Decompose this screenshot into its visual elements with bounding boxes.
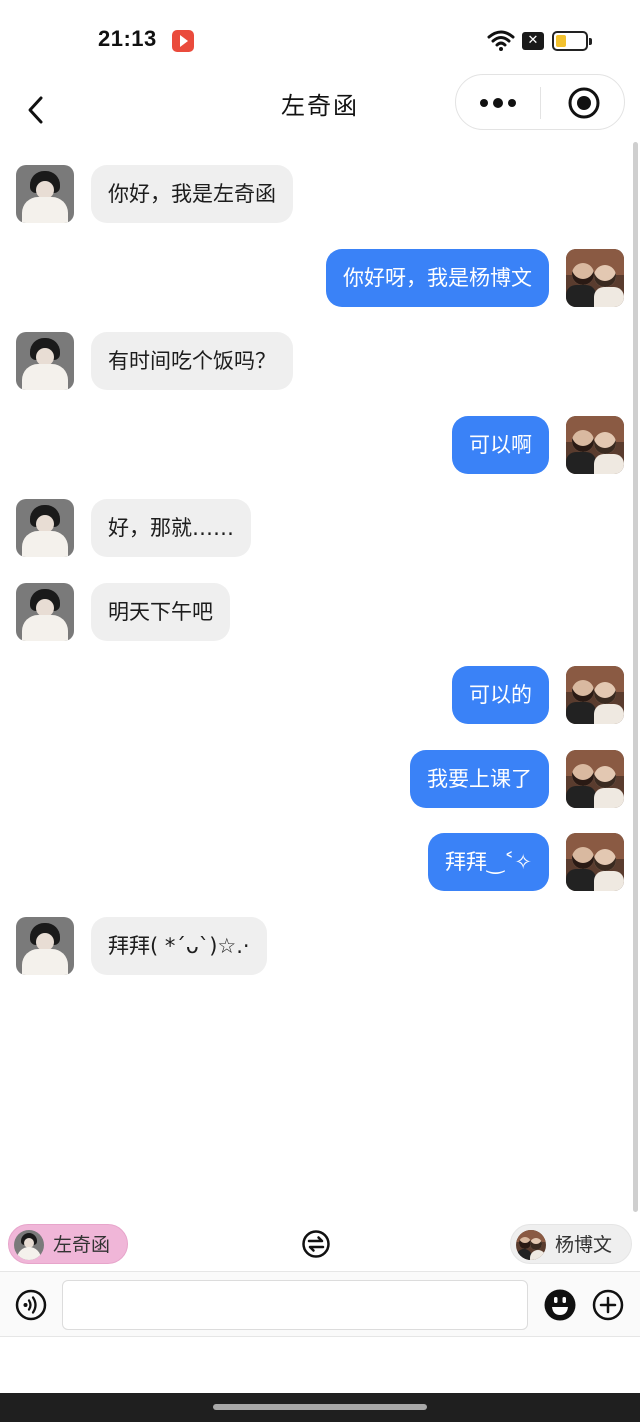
avatar bbox=[14, 1230, 44, 1260]
message-row: 拜拜‿˂✧ bbox=[0, 833, 632, 893]
message-row: 可以的 bbox=[0, 666, 632, 726]
battery-icon bbox=[552, 31, 592, 51]
voice-icon[interactable] bbox=[15, 1289, 47, 1321]
message-bubble[interactable]: 可以啊 bbox=[452, 416, 549, 474]
message-row: 你好呀，我是杨博文 bbox=[0, 249, 632, 309]
sender-chip-right[interactable]: 杨博文 bbox=[510, 1224, 632, 1264]
avatar[interactable] bbox=[566, 249, 624, 307]
message-bubble[interactable]: 我要上课了 bbox=[410, 750, 549, 808]
avatar[interactable] bbox=[16, 332, 74, 390]
avatar bbox=[516, 1230, 546, 1260]
avatar[interactable] bbox=[566, 666, 624, 724]
message-bubble[interactable]: 拜拜( *´ᴗ`)☆.· bbox=[91, 917, 267, 975]
avatar[interactable] bbox=[16, 499, 74, 557]
message-bubble[interactable]: 好，那就…… bbox=[91, 499, 251, 557]
emoji-icon[interactable] bbox=[543, 1288, 577, 1322]
plus-icon[interactable] bbox=[592, 1289, 624, 1321]
sender-name: 杨博文 bbox=[555, 1234, 613, 1256]
avatar[interactable] bbox=[566, 416, 624, 474]
more-icon[interactable] bbox=[478, 93, 518, 113]
message-bubble[interactable]: 你好，我是左奇函 bbox=[91, 165, 293, 223]
system-nav-bar bbox=[0, 1393, 640, 1422]
avatar[interactable] bbox=[16, 583, 74, 641]
wifi-icon bbox=[487, 30, 515, 51]
sender-chip-left[interactable]: 左奇函 bbox=[8, 1224, 128, 1264]
scrollbar[interactable] bbox=[633, 142, 638, 1212]
nav-bar: 左奇函 bbox=[0, 74, 640, 140]
message-row: 可以啊 bbox=[0, 416, 632, 476]
message-bubble[interactable]: 拜拜‿˂✧ bbox=[428, 833, 549, 891]
close-miniprogram-icon[interactable] bbox=[567, 86, 601, 120]
avatar[interactable] bbox=[16, 165, 74, 223]
message-row: 我要上课了 bbox=[0, 750, 632, 810]
status-time: 21:13 bbox=[98, 26, 157, 51]
screen-record-icon bbox=[172, 30, 194, 52]
message-bubble[interactable]: 明天下午吧 bbox=[91, 583, 230, 641]
message-input[interactable] bbox=[62, 1280, 528, 1330]
miniprogram-capsule bbox=[455, 74, 625, 130]
message-bubble[interactable]: 可以的 bbox=[452, 666, 549, 724]
sender-switch-bar: 左奇函 杨博文 bbox=[0, 1220, 640, 1270]
avatar[interactable] bbox=[566, 833, 624, 891]
sender-name: 左奇函 bbox=[53, 1234, 111, 1256]
message-row: 有时间吃个饭吗？ bbox=[0, 332, 632, 392]
message-bubble[interactable]: 你好呀，我是杨博文 bbox=[326, 249, 549, 307]
home-indicator[interactable] bbox=[213, 1404, 427, 1410]
status-bar: 21:13 ✕ bbox=[0, 0, 640, 80]
message-row: 明天下午吧 bbox=[0, 583, 632, 643]
message-row: 好，那就…… bbox=[0, 499, 632, 559]
message-row: 拜拜( *´ᴗ`)☆.· bbox=[0, 917, 632, 977]
data-off-icon: ✕ bbox=[522, 32, 544, 50]
switch-sender-icon[interactable] bbox=[301, 1229, 331, 1259]
avatar[interactable] bbox=[566, 750, 624, 808]
message-bubble[interactable]: 有时间吃个饭吗？ bbox=[91, 332, 293, 390]
input-bar bbox=[0, 1271, 640, 1337]
avatar[interactable] bbox=[16, 917, 74, 975]
capsule-divider bbox=[540, 87, 541, 119]
message-row: 你好，我是左奇函 bbox=[0, 165, 632, 225]
